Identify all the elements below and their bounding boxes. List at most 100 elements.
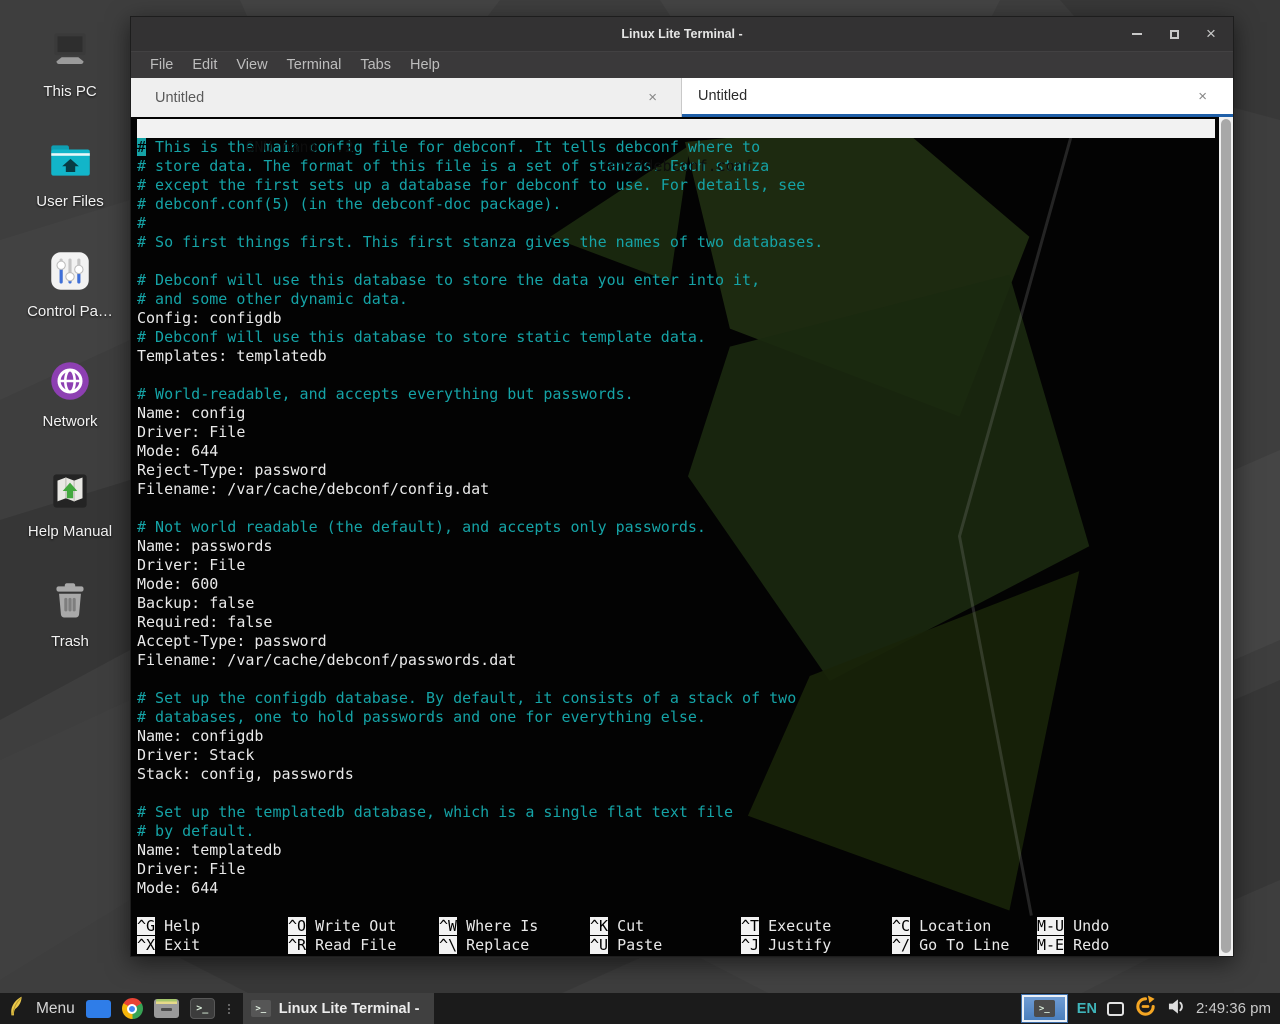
nano-shortcut-menu: ^G Help^O Write Out^W Where Is^K Cut^T E… — [137, 917, 1215, 955]
menu-item-tabs[interactable]: Tabs — [357, 55, 394, 75]
desktop-icon-label: Network — [42, 413, 97, 430]
nano-line: Name: configdb — [137, 727, 1215, 746]
taskbar: Menu >_ >_ Linux Lite Terminal - >_ EN — [0, 993, 1280, 1024]
shortcut-key: ^T — [741, 917, 759, 935]
desktop-icon-label: Help Manual — [28, 523, 112, 540]
tab-close-icon[interactable]: × — [644, 89, 661, 106]
desktop-icon-network[interactable]: Network — [18, 356, 122, 440]
chrome-browser-icon[interactable] — [122, 998, 143, 1019]
nano-line: Driver: File — [137, 423, 1215, 442]
terminal-window: Linux Lite Terminal - × File Edit View Term… — [130, 16, 1234, 957]
close-button[interactable]: × — [1203, 26, 1219, 42]
minimize-button[interactable] — [1129, 26, 1145, 42]
nano-line: Config: configdb — [137, 309, 1215, 328]
nano-line: Driver: File — [137, 556, 1215, 575]
menu-button[interactable]: Menu — [36, 1000, 75, 1018]
terminal-icon: >_ — [1034, 1000, 1055, 1017]
nano-line: # Set up the templatedb database, which … — [137, 803, 1215, 822]
nano-line: Driver: Stack — [137, 746, 1215, 765]
desktop-icon-label: Control Pa… — [27, 303, 113, 320]
window-list-tray-icon[interactable] — [1107, 1002, 1124, 1016]
nano-line: Name: config — [137, 404, 1215, 423]
nano-shortcut: M-E Redo — [1037, 936, 1109, 955]
taskbar-left: Menu >_ >_ Linux Lite Terminal - — [0, 993, 434, 1024]
shortcut-key: ^C — [892, 917, 910, 935]
tab-untitled-2[interactable]: Untitled × — [682, 78, 1233, 117]
update-notifier-icon[interactable] — [1134, 995, 1157, 1023]
nano-shortcut-row-1: ^G Help^O Write Out^W Where Is^K Cut^T E… — [137, 917, 1215, 936]
terminal-launcher-icon[interactable]: >_ — [190, 998, 215, 1019]
nano-shortcut: ^/ Go To Line — [892, 936, 1009, 955]
taskbar-handle[interactable] — [226, 1000, 232, 1018]
task-button-terminal[interactable]: >_ Linux Lite Terminal - — [243, 993, 434, 1024]
desktop-icon-label: Trash — [51, 633, 89, 650]
nano-shortcut: M-U Undo — [1037, 917, 1109, 936]
nano-line: Driver: File — [137, 860, 1215, 879]
nano-line: # debconf.conf(5) (in the debconf-doc pa… — [137, 195, 1215, 214]
menu-item-view[interactable]: View — [233, 55, 270, 75]
nano-line: Reject-Type: password — [137, 461, 1215, 480]
desktop-icon-trash[interactable]: Trash — [18, 576, 122, 660]
nano-version: GNU nano 7.2 — [209, 138, 353, 156]
nano-line: Mode: 644 — [137, 879, 1215, 898]
nano-line: Templates: templatedb — [137, 347, 1215, 366]
shortcut-key: M-U — [1037, 917, 1064, 935]
desktop-icon-this-pc[interactable]: This PC — [18, 26, 122, 110]
window-title: Linux Lite Terminal - — [131, 27, 1233, 41]
shortcut-key: ^O — [288, 917, 306, 935]
linux-lite-logo-icon[interactable] — [8, 995, 25, 1022]
scrollbar-thumb[interactable] — [1221, 119, 1231, 953]
taskbar-tray: >_ EN 2:49:36 pm — [1022, 993, 1280, 1024]
nano-line — [137, 499, 1215, 518]
volume-icon[interactable] — [1167, 998, 1186, 1020]
file-manager-icon-stripe — [156, 999, 177, 1004]
nano-shortcut: ^X Exit — [137, 936, 200, 955]
shortcut-key: ^X — [137, 936, 155, 954]
chrome-center — [127, 1004, 137, 1014]
tab-untitled-1[interactable]: Untitled × — [131, 78, 682, 117]
clock[interactable]: 2:49:36 pm — [1196, 1000, 1271, 1017]
nano-line: Filename: /var/cache/debconf/passwords.d… — [137, 651, 1215, 670]
window-titlebar[interactable]: Linux Lite Terminal - × — [131, 17, 1233, 51]
tab-bar: Untitled × Untitled × — [131, 78, 1233, 117]
nano-line — [137, 670, 1215, 689]
shortcut-key: M-E — [1037, 936, 1064, 954]
nano-line: Backup: false — [137, 594, 1215, 613]
terminal-icon: >_ — [251, 1000, 271, 1017]
nano-shortcut: ^J Justify — [741, 936, 831, 955]
nano-line: # — [137, 214, 1215, 233]
nano-filename: /etc/debconf.conf — [137, 157, 1215, 176]
file-manager-icon[interactable] — [154, 999, 179, 1018]
nano-shortcut: ^T Execute — [741, 917, 831, 936]
maximize-button[interactable] — [1166, 26, 1182, 42]
menu-item-edit[interactable]: Edit — [189, 55, 220, 75]
nano-line: # World-readable, and accepts everything… — [137, 385, 1215, 404]
nano-shortcut-row-2: ^X Exit^R Read File^\ Replace^U Paste^J … — [137, 936, 1215, 955]
workspace-pager[interactable]: >_ — [1022, 995, 1067, 1022]
nano-line: Mode: 600 — [137, 575, 1215, 594]
menu-item-help[interactable]: Help — [407, 55, 443, 75]
tab-label: Untitled — [155, 90, 204, 106]
this-pc-icon — [45, 26, 95, 76]
nano-shortcut: ^W Where Is — [439, 917, 538, 936]
shortcut-key: ^G — [137, 917, 155, 935]
network-globe-icon — [45, 356, 95, 406]
shortcut-key: ^/ — [892, 936, 910, 954]
keyboard-layout-indicator[interactable]: EN — [1077, 1001, 1097, 1017]
desktop-icon-user-files[interactable]: User Files — [18, 136, 122, 220]
menu-item-file[interactable]: File — [147, 55, 176, 75]
nano-line: # Set up the configdb database. By defau… — [137, 689, 1215, 708]
nano-line: Name: passwords — [137, 537, 1215, 556]
terminal-screen[interactable]: GNU nano 7.2 /etc/debconf.conf # This is… — [131, 117, 1233, 956]
desktop-app-icon[interactable] — [86, 1000, 111, 1018]
nano-line: # and some other dynamic data. — [137, 290, 1215, 309]
shortcut-key: ^W — [439, 917, 457, 935]
shortcut-key: ^U — [590, 936, 608, 954]
tab-close-icon[interactable]: × — [1194, 88, 1211, 105]
nano-shortcut: ^G Help — [137, 917, 200, 936]
nano-shortcut: ^O Write Out — [288, 917, 396, 936]
menu-item-terminal[interactable]: Terminal — [284, 55, 345, 75]
desktop-icon-control-panel[interactable]: Control Pa… — [18, 246, 122, 330]
terminal-scrollbar[interactable] — [1219, 117, 1233, 956]
desktop-icon-help-manual[interactable]: Help Manual — [18, 466, 122, 550]
